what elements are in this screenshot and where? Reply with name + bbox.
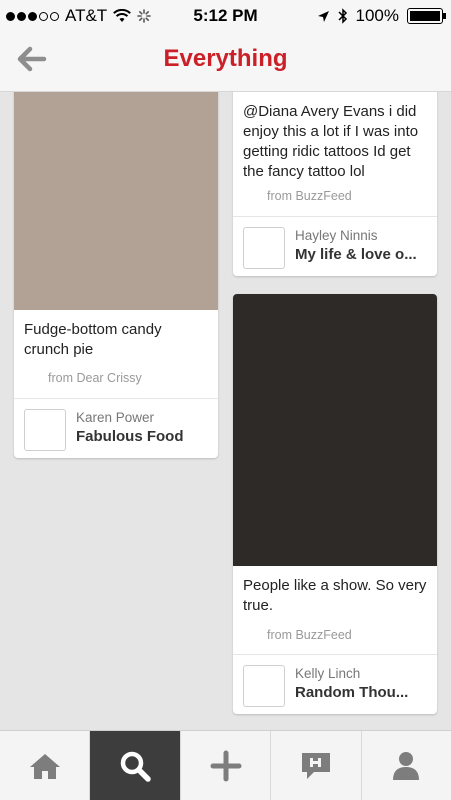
tab-search[interactable] [90, 731, 181, 800]
battery-icon [407, 8, 446, 24]
pin-source-label: from Dear Crissy [48, 371, 142, 385]
pinner-name: Hayley Ninnis [295, 228, 378, 243]
board-thumbnail[interactable] [24, 409, 66, 451]
board-thumbnail[interactable] [243, 665, 285, 707]
tab-bar [0, 730, 451, 800]
pin-source[interactable]: from Dear Crissy [48, 371, 142, 385]
pin-attribution[interactable]: Hayley Ninnis My life & love o... [233, 216, 437, 276]
tab-profile[interactable] [362, 731, 451, 800]
board-name: Fabulous Food [76, 428, 184, 445]
pin-source-label: from BuzzFeed [267, 189, 352, 203]
tab-add[interactable] [181, 731, 272, 800]
battery-fill [410, 11, 440, 21]
profile-icon [393, 751, 420, 780]
pinner-name: Kelly Linch [295, 666, 361, 681]
board-name: Random Thou... [295, 684, 409, 701]
board-thumbnail[interactable] [243, 227, 285, 269]
pinner-name: Karen Power [76, 410, 155, 425]
page-title: Everything [163, 45, 288, 72]
board-name: My life & love o... [295, 246, 417, 263]
pin-card[interactable]: @Diana Avery Evans i did enjoy this a lo… [233, 70, 437, 276]
tab-home[interactable] [0, 731, 91, 800]
pin-attribution[interactable]: Kelly Linch Random Thou... [233, 654, 437, 714]
pin-description: @Diana Avery Evans i did enjoy this a lo… [243, 103, 419, 180]
pin-source[interactable]: from BuzzFeed [267, 628, 352, 642]
status-right: 100% [317, 6, 446, 26]
pin-image[interactable] [14, 70, 218, 310]
home-icon [29, 753, 60, 779]
tab-news[interactable] [271, 731, 362, 800]
battery-percentage: 100% [355, 6, 399, 25]
bluetooth-icon [337, 8, 347, 24]
search-icon [120, 751, 151, 782]
pin-card[interactable]: Fudge-bottom candy crunch pie from Dear … [14, 70, 218, 458]
pin-source-label: from BuzzFeed [267, 628, 352, 642]
pin-attribution[interactable]: Karen Power Fabulous Food [14, 398, 218, 458]
location-icon [317, 10, 329, 22]
pin-description: Fudge-bottom candy crunch pie [24, 321, 162, 358]
add-icon [210, 750, 242, 781]
pin-image[interactable] [233, 294, 437, 566]
status-bar: AT&T 5:12 PM 100% [0, 0, 451, 32]
news-icon [301, 752, 330, 779]
header: AT&T 5:12 PM 100% Everything [0, 0, 451, 92]
pin-card[interactable]: People like a show. So very true. from B… [233, 294, 437, 714]
pin-description: People like a show. So very true. [243, 577, 427, 614]
pin-source[interactable]: from BuzzFeed [267, 189, 352, 203]
